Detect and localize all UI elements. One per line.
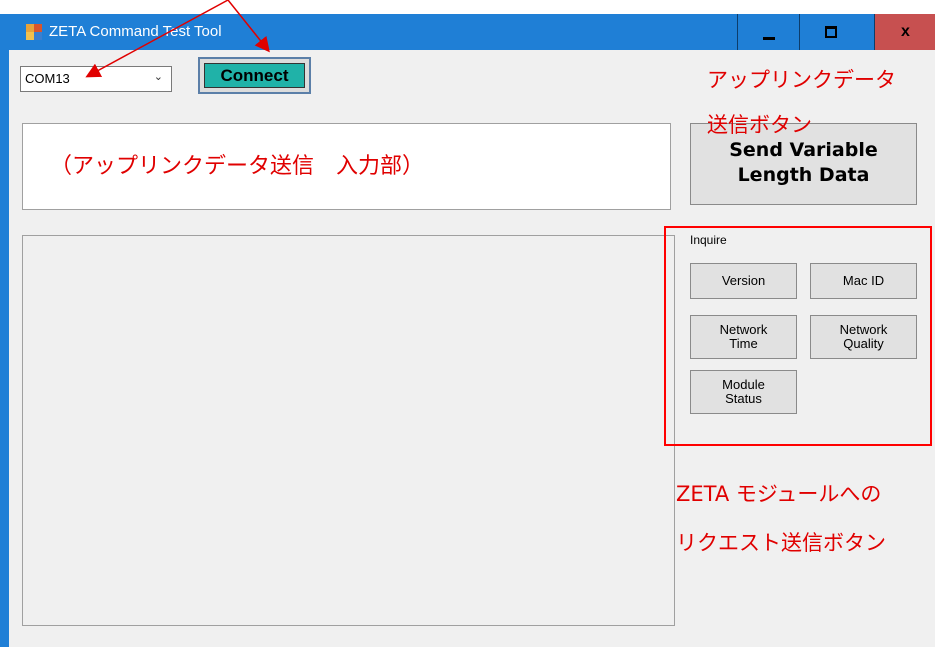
annotation-arrows [85,0,270,78]
arrow-to-combo [85,0,229,78]
arrow-to-connect [227,0,270,53]
